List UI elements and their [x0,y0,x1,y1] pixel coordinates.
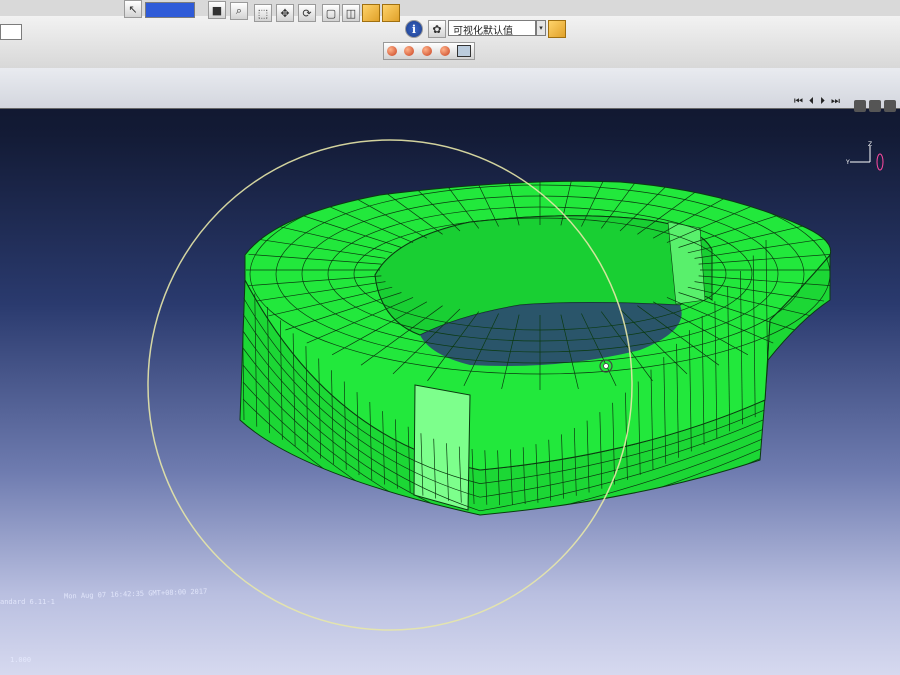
mesh-model[interactable] [239,150,834,565]
camera-tools [854,100,896,112]
render-orb-icon [439,46,450,56]
module-select[interactable] [145,2,195,18]
next-frame-button[interactable]: ⏵ [820,96,825,107]
camera-icon[interactable] [869,100,881,112]
render-orb-icon [404,46,415,56]
rotate-icon[interactable]: ⟳ [298,4,316,22]
camera-icon[interactable] [884,100,896,112]
window-icon [457,45,472,57]
visual-default-select[interactable]: 可视化默认值 [448,20,536,37]
render-orb-icon [421,46,432,56]
toolbar-area: ↖ ■ ⌕ ⬚ ✥ ⟳ ▢ ◫ i ✿ 可视化默认值 ▾ [0,0,900,109]
zoom-icon[interactable]: ⌕ [230,2,248,20]
box-zoom-icon[interactable]: ⬚ [254,4,272,22]
pan-icon[interactable]: ✥ [276,4,294,22]
camera-icon[interactable] [854,100,866,112]
playback-bar [0,68,900,109]
render-options-icon[interactable] [383,42,475,60]
info-icon[interactable]: i [405,20,423,38]
iso-view-icon[interactable]: ◫ [342,4,360,22]
prev-frame-button[interactable]: ⏴ [809,96,814,107]
cube-view-icon[interactable] [362,4,380,22]
last-frame-button[interactable]: ⏭ [831,96,840,107]
svg-text:Z: Z [868,141,872,148]
left-input[interactable] [0,24,22,40]
view-triad: Y Z [845,141,884,171]
color-palette-icon[interactable]: ✿ [428,20,446,38]
version-label: andard 6.11-1 [0,598,55,606]
svg-text:Y: Y [845,159,850,166]
render-style-icon[interactable] [548,20,566,38]
select-arrow-icon[interactable]: ↖ [124,0,142,18]
render-orb-icon [386,46,397,56]
scale-label: 1.000 [10,656,32,664]
chevron-down-icon[interactable]: ▾ [536,20,546,36]
main-toolbar: ↖ ■ ⌕ ⬚ ✥ ⟳ ▢ ◫ i ✿ 可视化默认值 ▾ [0,0,900,69]
first-frame-button[interactable]: ⏮ [794,96,803,107]
stop-icon[interactable]: ■ [208,1,226,19]
cube-shaded-icon[interactable] [382,4,400,22]
playback-controls: ⏮ ⏴ ⏵ ⏭ [794,96,840,107]
front-view-icon[interactable]: ▢ [322,4,340,22]
